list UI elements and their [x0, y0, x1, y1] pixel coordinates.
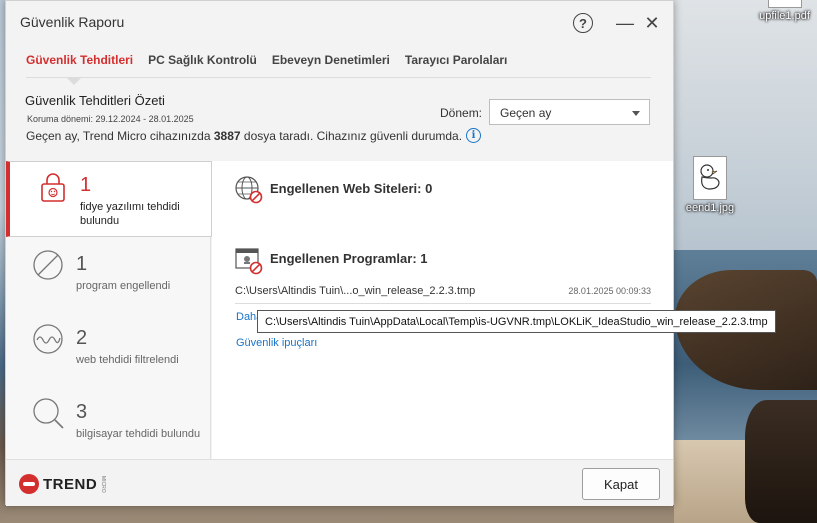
stat-web-threats[interactable]: 2 web tehdidi filtrelendi	[6, 315, 211, 391]
summary-title: Güvenlik Tehditleri Özeti	[25, 93, 165, 108]
security-report-window: Güvenlik Raporu ? — ✕ Güvenlik Tehditler…	[5, 0, 674, 506]
trend-micro-logo: TREND MICRO	[19, 474, 106, 494]
stat-label: program engellendi	[76, 280, 171, 292]
close-report-button[interactable]: Kapat	[582, 468, 660, 500]
wave-icon	[33, 324, 63, 354]
tab-security-threats[interactable]: Güvenlik Tehditleri	[26, 53, 133, 79]
close-icon: ✕	[644, 12, 660, 33]
lock-icon	[41, 173, 65, 202]
tab-divider	[26, 77, 651, 78]
desktop-file-jpg[interactable]: eend1.jpg	[680, 156, 740, 214]
stat-computer-threats[interactable]: 3 bilgisayar tehdidi bulundu	[6, 389, 211, 465]
window-title: Güvenlik Raporu	[20, 14, 125, 30]
tab-browser-passwords[interactable]: Tarayıcı Parolaları	[405, 53, 508, 79]
footer-bar: TREND MICRO Kapat	[6, 459, 673, 506]
stat-count: 1	[80, 174, 92, 196]
info-icon[interactable]: i	[466, 128, 482, 143]
stats-panel: 1 fidye yazılımı tehdidi bulundu 1 progr…	[6, 161, 212, 459]
security-tips-link[interactable]: Güvenlik ipuçları	[236, 337, 317, 349]
tab-parental-controls[interactable]: Ebeveyn Denetimleri	[272, 53, 390, 79]
stat-label: fidye yazılımı tehdidi bulundu	[80, 201, 180, 227]
stat-count: 2	[76, 327, 88, 349]
path-tooltip: C:\Users\Altindis Tuin\AppData\Local\Tem…	[257, 310, 776, 333]
blocked-sites-title: Engellenen Web Siteleri: 0	[270, 181, 433, 196]
tab-pc-health[interactable]: PC Sağlık Kontrolü	[148, 53, 257, 79]
scan-prefix: Geçen ay, Trend Micro cihazınızda	[26, 128, 211, 143]
help-icon: ?	[573, 13, 593, 33]
brand-small: MICRO	[100, 475, 107, 493]
desktop-file-pdf[interactable]: upfile1.pdf	[752, 0, 817, 22]
program-timestamp: 28.01.2025 00:09:33	[568, 286, 651, 296]
desktop-file-label: eend1.jpg	[685, 202, 735, 214]
blocked-program-icon	[235, 248, 263, 275]
minimize-icon: —	[616, 12, 634, 33]
stat-ransomware[interactable]: 1 fidye yazılımı tehdidi bulundu	[6, 161, 212, 237]
period-select[interactable]: Geçen ay	[489, 99, 650, 125]
row-divider	[235, 303, 651, 304]
stat-count: 3	[76, 401, 88, 423]
blocked-globe-icon	[235, 176, 263, 204]
help-button[interactable]: ?	[571, 11, 595, 35]
title-bar: Güvenlik Raporu ? — ✕	[6, 1, 673, 43]
duck-image-icon	[693, 156, 727, 200]
trend-logo-icon	[19, 474, 39, 494]
period-label: Dönem:	[440, 106, 483, 120]
stat-label: web tehdidi filtrelendi	[76, 354, 179, 366]
scan-summary: Geçen ay, Trend Micro cihazınızda 3887 d…	[26, 128, 482, 143]
scan-suffix: dosya taradı. Cihazınız güvenli durumda.	[243, 128, 463, 143]
stat-label: bilgisayar tehdidi bulundu	[76, 428, 201, 440]
desktop-file-label: upfile1.pdf	[759, 10, 810, 22]
tab-pointer	[66, 77, 82, 85]
minimize-button[interactable]: —	[613, 11, 637, 35]
protection-period: Koruma dönemi: 29.12.2024 - 28.01.2025	[27, 114, 194, 124]
magnifier-icon	[33, 398, 64, 429]
desktop-rock	[745, 400, 817, 523]
brand-name: TREND	[43, 475, 98, 493]
stat-count: 1	[76, 253, 88, 275]
scan-count: 3887	[213, 128, 241, 143]
block-icon	[33, 250, 63, 280]
stat-programs-blocked[interactable]: 1 program engellendi	[6, 241, 211, 317]
chevron-down-icon	[632, 111, 640, 116]
program-path: C:\Users\Altindis Tuin\...o_win_release_…	[235, 285, 476, 297]
period-select-value: Geçen ay	[500, 106, 552, 120]
tab-bar: Güvenlik Tehditleri PC Sağlık Kontrolü E…	[26, 53, 507, 79]
pdf-file-icon	[767, 0, 802, 8]
blocked-programs-title: Engellenen Programlar: 1	[270, 251, 428, 266]
close-button[interactable]: ✕	[640, 11, 664, 35]
